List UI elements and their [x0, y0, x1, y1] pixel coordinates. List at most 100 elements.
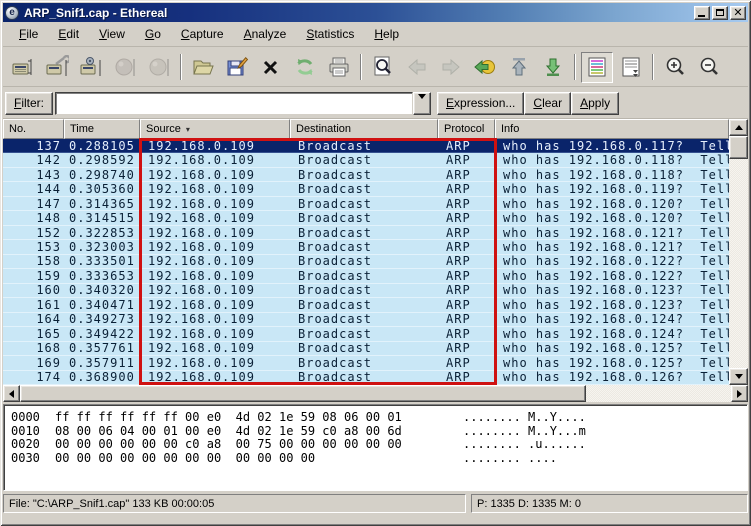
packet-row[interactable]: 160 0.340320 192.168.0.109 Broadcast ARP who …: [3, 283, 729, 299]
colorize-button[interactable]: [581, 51, 613, 83]
menu-view[interactable]: View: [89, 23, 135, 45]
packet-row[interactable]: 161 0.340471 192.168.0.109 Broadcast ARP who …: [3, 298, 729, 313]
go-forward-icon: [439, 55, 463, 79]
menu-statistics[interactable]: Statistics: [296, 23, 364, 45]
horizontal-scrollbar[interactable]: [3, 385, 748, 402]
packet-protocol: ARP: [446, 168, 471, 181]
packet-protocol: ARP: [446, 226, 471, 239]
auto-scroll-button[interactable]: [615, 52, 647, 83]
menu-go[interactable]: Go: [135, 23, 171, 45]
title-bar[interactable]: e ARP_Snif1.cap - Ethereal ✕: [3, 3, 748, 22]
packet-row[interactable]: 147 0.314365 192.168.0.109 Broadcast ARP who …: [3, 196, 729, 212]
close-button[interactable]: ✕: [730, 5, 746, 20]
hex-line[interactable]: 0020 00 00 00 00 00 00 c0 a8 00 75 00 00 …: [11, 437, 747, 452]
packet-row[interactable]: 169 0.357911 192.168.0.109 Broadcast ARP who …: [3, 356, 729, 371]
filter-dropdown-button[interactable]: [413, 91, 432, 115]
packet-row[interactable]: 159 0.333653 192.168.0.109 Broadcast ARP who …: [3, 269, 729, 284]
go-to-bottom-icon: [541, 55, 565, 79]
packet-row[interactable]: 143 0.298740 192.168.0.109 Broadcast ARP who …: [3, 167, 729, 183]
column-header-destination[interactable]: Destination: [290, 119, 438, 139]
scroll-right-button[interactable]: [731, 385, 748, 402]
column-header-no[interactable]: No.: [3, 119, 64, 139]
packet-protocol: ARP: [446, 212, 471, 225]
packet-row[interactable]: 144 0.305360 192.168.0.109 Broadcast ARP who …: [3, 182, 729, 197]
hex-hex-bytes: ff ff ff ff ff ff 00 e0 4d 02 1e 59 08 0…: [55, 410, 402, 424]
capture-restart-button[interactable]: [143, 52, 175, 83]
packet-destination: Broadcast: [298, 356, 373, 369]
go-to-bottom-button[interactable]: [537, 52, 569, 83]
filter-button[interactable]: Filter:: [5, 91, 54, 115]
packet-source: 192.168.0.109: [148, 371, 255, 384]
packet-row[interactable]: 148 0.314515 192.168.0.109 Broadcast ARP who …: [3, 211, 729, 226]
menu-help[interactable]: Help: [364, 23, 409, 45]
file-save-as-button[interactable]: [221, 52, 253, 83]
packet-row[interactable]: 164 0.349273 192.168.0.109 Broadcast ARP who …: [3, 312, 729, 328]
scroll-left-button[interactable]: [3, 385, 20, 402]
packet-no: 153: [36, 241, 61, 254]
expression-button[interactable]: Expression...: [437, 91, 525, 115]
menu-capture[interactable]: Capture: [171, 23, 234, 45]
go-to-packet-button[interactable]: [469, 52, 501, 83]
apply-button[interactable]: Apply: [571, 91, 620, 115]
packet-no: 158: [36, 255, 61, 268]
find-packet-button[interactable]: [367, 52, 399, 83]
menu-file[interactable]: File: [9, 23, 48, 45]
packet-row[interactable]: 158 0.333501 192.168.0.109 Broadcast ARP who …: [3, 254, 729, 270]
go-to-top-icon: [507, 55, 531, 79]
minimize-button[interactable]: [694, 5, 710, 20]
hex-offset: 0030: [11, 450, 40, 465]
menu-edit[interactable]: Edit: [48, 23, 89, 45]
clear-button[interactable]: Clear: [524, 91, 572, 115]
horizontal-scroll-thumb[interactable]: [20, 385, 586, 402]
vertical-scrollbar[interactable]: [729, 119, 748, 385]
hex-dump-pane[interactable]: 0000 ff ff ff ff ff ff 00 e0 4d 02 1e 59 …: [3, 404, 748, 491]
capture-stop-icon: [113, 55, 137, 79]
packet-info: who has 192.168.0.121? Tell: [503, 241, 729, 254]
column-header-protocol[interactable]: Protocol: [438, 119, 495, 139]
maximize-button[interactable]: [712, 5, 728, 20]
go-to-top-button[interactable]: [503, 52, 535, 83]
print-button[interactable]: [323, 52, 355, 83]
capture-stop-button[interactable]: [109, 52, 141, 83]
hex-line[interactable]: 0030 00 00 00 00 00 00 00 00 00 00 00 00.…: [11, 450, 747, 466]
file-close-button[interactable]: [255, 52, 287, 83]
status-file-info: File: "C:\ARP_Snif1.cap" 133 KB 00:00:05: [3, 494, 466, 513]
capture-options-button[interactable]: [41, 52, 73, 83]
scroll-up-button[interactable]: [729, 119, 748, 136]
packet-protocol: ARP: [446, 284, 471, 297]
reload-button[interactable]: [289, 52, 321, 83]
packet-info: who has 192.168.0.123? Tell: [503, 298, 729, 311]
column-header-info[interactable]: Info: [495, 119, 729, 139]
packet-row[interactable]: 153 0.323003 192.168.0.109 Broadcast ARP who …: [3, 240, 729, 255]
chevron-down-icon: [418, 93, 427, 108]
column-header-time[interactable]: Time: [64, 119, 140, 139]
column-header-source[interactable]: Source ▾: [140, 119, 290, 139]
zoom-in-button[interactable]: [659, 52, 691, 83]
packet-row[interactable]: 137 0.288105 192.168.0.109 Broadcast ARP who …: [3, 139, 729, 154]
hex-line[interactable]: 0000 ff ff ff ff ff ff 00 e0 4d 02 1e 59 …: [11, 410, 747, 425]
packet-row[interactable]: 142 0.298592 192.168.0.109 Broadcast ARP who …: [3, 153, 729, 168]
file-open-button[interactable]: [187, 52, 219, 83]
go-back-button[interactable]: [401, 52, 433, 83]
scroll-down-button[interactable]: [729, 368, 748, 385]
zoom-out-button[interactable]: [693, 52, 725, 83]
packet-row[interactable]: 165 0.349422 192.168.0.109 Broadcast ARP who …: [3, 327, 729, 342]
packet-row[interactable]: 152 0.322853 192.168.0.109 Broadcast ARP who …: [3, 225, 729, 241]
colorize-icon: [585, 55, 609, 79]
go-forward-button[interactable]: [435, 52, 467, 83]
vertical-scroll-thumb[interactable]: [729, 136, 748, 159]
filter-input[interactable]: [55, 91, 414, 115]
file-close-icon: [259, 55, 283, 79]
packet-row[interactable]: 174 0.368900 192.168.0.109 Broadcast ARP who …: [3, 370, 729, 385]
packet-protocol: ARP: [446, 342, 471, 355]
interface-list-button[interactable]: [7, 52, 39, 83]
packet-time: 0.357911: [69, 356, 135, 369]
main-toolbar: [3, 48, 748, 87]
packet-info: who has 192.168.0.118? Tell: [503, 154, 729, 167]
menu-analyze[interactable]: Analyze: [234, 23, 297, 45]
packet-row[interactable]: 168 0.357761 192.168.0.109 Broadcast ARP who …: [3, 341, 729, 357]
packet-info: who has 192.168.0.121? Tell: [503, 226, 729, 239]
packet-source: 192.168.0.109: [148, 197, 255, 210]
hex-line[interactable]: 0010 08 00 06 04 00 01 00 e0 4d 02 1e 59 …: [11, 424, 747, 439]
capture-start-button[interactable]: [75, 52, 107, 83]
